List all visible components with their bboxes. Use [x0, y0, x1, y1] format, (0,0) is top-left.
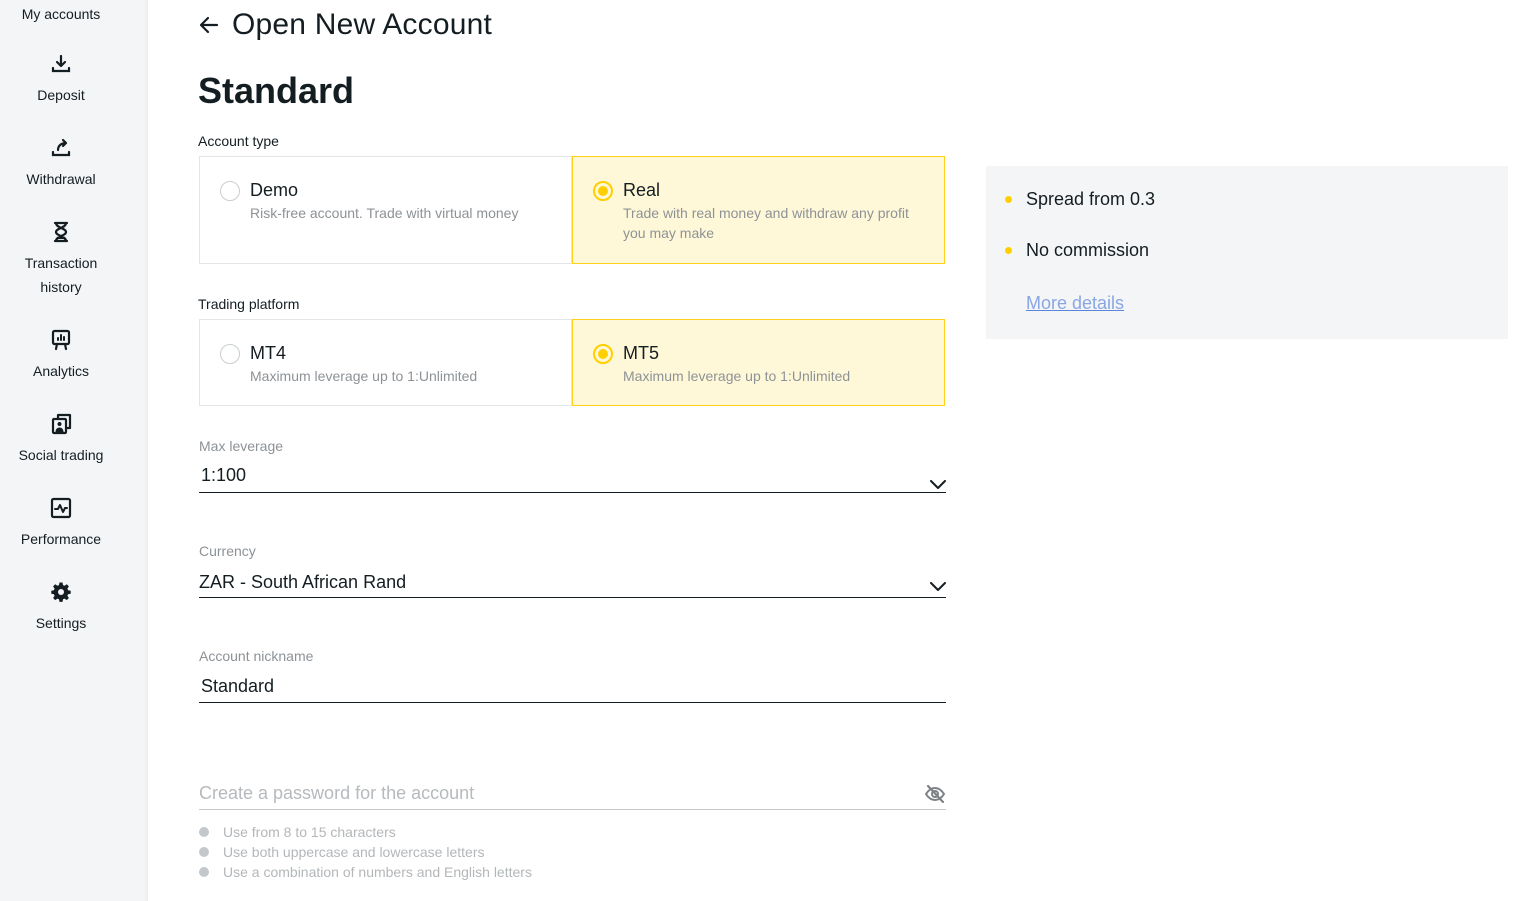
sidebar-item-label: Analytics — [32, 363, 90, 379]
bullet-dot — [1005, 247, 1012, 254]
account-type-real[interactable]: Real Trade with real money and withdraw … — [572, 156, 945, 264]
page-header: Open New Account — [198, 8, 492, 42]
option-title: MT5 — [623, 343, 659, 363]
max-leverage-select[interactable]: Max leverage 1:100 — [199, 438, 946, 496]
option-description: Trade with real money and withdraw any p… — [623, 205, 909, 241]
radio-mt4[interactable] — [220, 344, 240, 364]
sidebar: My accounts Deposit Withdrawal Transacti… — [0, 0, 148, 901]
chevron-down-icon[interactable] — [930, 477, 946, 489]
sidebar-item-label: Settings — [35, 615, 87, 631]
rule-bullet — [199, 827, 209, 837]
password-rule: Use from 8 to 15 characters — [199, 822, 532, 842]
sidebar-item-label: history — [40, 279, 82, 295]
currency-value[interactable]: ZAR - South African Rand — [199, 572, 946, 593]
password-rule: Use both uppercase and lowercase letters — [199, 842, 532, 862]
password-input[interactable]: Create a password for the account — [199, 783, 946, 804]
sidebar-item-settings[interactable]: Settings — [0, 581, 122, 635]
sidebar-item-label: Performance — [20, 531, 102, 547]
chevron-down-icon[interactable] — [930, 579, 946, 591]
trading-platform-label: Trading platform — [198, 296, 300, 312]
sidebar-item-analytics[interactable]: Analytics — [0, 329, 122, 383]
sidebar-item-label: Social trading — [18, 447, 104, 463]
field-underline — [199, 702, 946, 703]
sidebar-item-transaction-history[interactable]: Transaction history — [0, 221, 122, 299]
activity-chart-icon — [50, 497, 72, 519]
gear-icon — [50, 581, 72, 603]
arrow-left-icon[interactable] — [198, 14, 220, 36]
sidebar-item-label: Transaction — [24, 255, 98, 271]
rule-text: Use from 8 to 15 characters — [223, 824, 396, 840]
sidebar-item-label: Deposit — [37, 87, 85, 103]
password-field[interactable]: Create a password for the account — [199, 783, 946, 811]
option-description: Maximum leverage up to 1:Unlimited — [623, 368, 851, 384]
radio-demo[interactable] — [220, 181, 240, 201]
trading-platform-group: MT4 Maximum leverage up to 1:Unlimited M… — [199, 319, 945, 406]
account-type-group: Demo Risk-free account. Trade with virtu… — [199, 156, 945, 264]
max-leverage-value[interactable]: 1:100 — [199, 465, 946, 486]
account-type-label: Account type — [198, 133, 279, 149]
field-underline — [199, 597, 946, 598]
password-rule: Use a combination of numbers and English… — [199, 862, 532, 882]
platform-mt5[interactable]: MT5 Maximum leverage up to 1:Unlimited — [572, 319, 945, 406]
sidebar-item-deposit[interactable]: Deposit — [0, 53, 122, 107]
currency-select[interactable]: Currency ZAR - South African Rand — [199, 543, 946, 601]
option-description: Risk-free account. Trade with virtual mo… — [250, 205, 519, 221]
option-description: Maximum leverage up to 1:Unlimited — [250, 368, 478, 384]
option-title: Demo — [250, 180, 299, 200]
info-item: No commission — [1005, 240, 1149, 261]
sidebar-item-label: Withdrawal — [26, 171, 96, 187]
eye-off-icon[interactable] — [924, 783, 946, 805]
hourglass-icon — [50, 221, 72, 243]
account-category-title: Standard — [198, 70, 355, 111]
account-type-demo[interactable]: Demo Risk-free account. Trade with virtu… — [199, 156, 572, 264]
rule-bullet — [199, 847, 209, 857]
sidebar-item-performance[interactable]: Performance — [0, 497, 122, 551]
option-title: MT4 — [250, 343, 286, 363]
info-text: No commission — [1026, 240, 1150, 260]
max-leverage-label: Max leverage — [199, 438, 284, 454]
account-nickname-label: Account nickname — [199, 648, 314, 664]
password-rules: Use from 8 to 15 characters Use both upp… — [199, 822, 532, 882]
field-underline — [199, 492, 946, 493]
info-text: Spread from 0.3 — [1026, 189, 1156, 209]
platform-mt4[interactable]: MT4 Maximum leverage up to 1:Unlimited — [199, 319, 572, 406]
rule-text: Use a combination of numbers and English… — [223, 864, 532, 880]
upload-share-icon — [50, 137, 72, 159]
option-title: Real — [623, 180, 661, 200]
field-underline — [199, 809, 946, 810]
sidebar-item-withdrawal[interactable]: Withdrawal — [0, 137, 122, 191]
rule-text: Use both uppercase and lowercase letters — [223, 844, 485, 860]
sidebar-item-social-trading[interactable]: Social trading — [0, 413, 122, 467]
sidebar-item-my-accounts[interactable]: My accounts — [0, 2, 122, 26]
more-details-link[interactable]: More details — [1026, 293, 1124, 314]
account-nickname-input[interactable]: Standard — [199, 676, 946, 697]
download-icon — [50, 53, 72, 75]
currency-label: Currency — [199, 543, 256, 559]
rule-bullet — [199, 867, 209, 877]
copy-portrait-icon — [50, 413, 72, 435]
page-title: Open New Account — [232, 8, 493, 41]
radio-real[interactable] — [593, 181, 613, 201]
bullet-dot — [1005, 196, 1012, 203]
info-item: Spread from 0.3 — [1005, 189, 1155, 210]
radio-mt5[interactable] — [593, 344, 613, 364]
account-nickname-field[interactable]: Account nickname Standard — [199, 648, 946, 706]
account-info-panel: Spread from 0.3 No commission More detai… — [986, 166, 1508, 339]
sidebar-item-label: My accounts — [21, 6, 101, 22]
presentation-chart-icon — [50, 329, 72, 351]
